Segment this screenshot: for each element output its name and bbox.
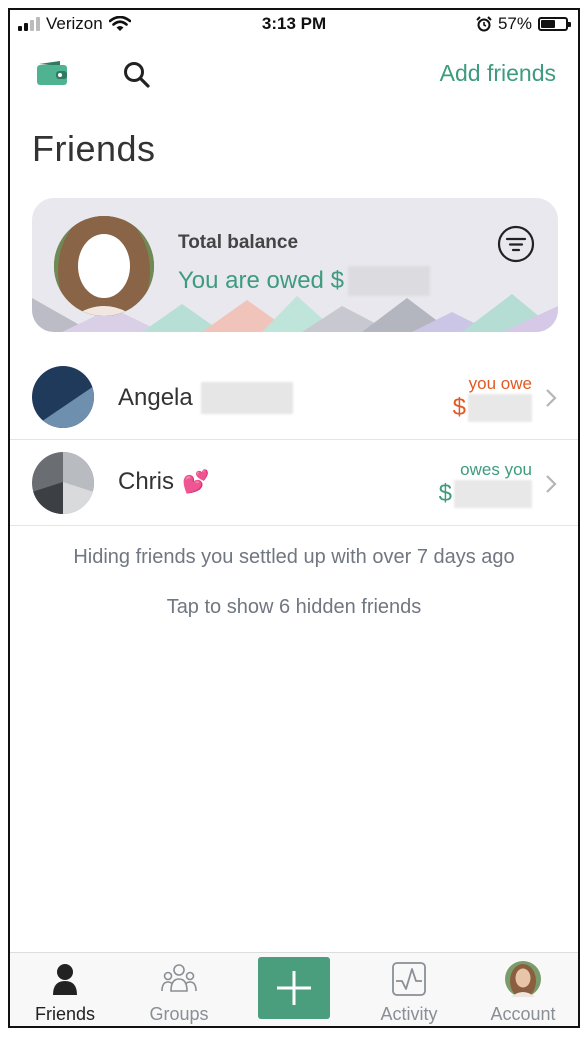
tab-friends[interactable]: Friends <box>10 953 120 1026</box>
friend-avatar <box>32 452 94 514</box>
avatar-photo <box>54 216 154 316</box>
plus-icon <box>277 971 311 1005</box>
balance-amount: $ <box>453 394 532 422</box>
avatar-icon <box>505 961 541 997</box>
friend-row-angela[interactable]: Angela you owe $ <box>10 354 578 440</box>
balance-status: owes you <box>460 460 532 479</box>
redacted-amount <box>454 480 532 508</box>
chevron-right-icon <box>546 389 557 407</box>
currency-symbol: $ <box>452 394 466 421</box>
page-title: Friends <box>32 128 156 169</box>
status-bar: Verizon 3:13 PM 57% <box>10 10 578 38</box>
show-hidden-friends-link[interactable]: Tap to show 6 hidden friends <box>10 596 578 619</box>
tab-label: Groups <box>149 1004 209 1024</box>
tab-label: Activity <box>380 1004 438 1024</box>
redacted-amount <box>468 394 532 422</box>
search-icon[interactable] <box>122 60 152 90</box>
friend-name: Angela <box>118 382 293 414</box>
redacted-surname <box>200 382 293 414</box>
balance-amount: $ <box>439 480 532 508</box>
owed-text: You are owed $ <box>178 267 344 294</box>
balance-card: Total balance You are owed $ <box>32 198 558 332</box>
chevron-right-icon <box>546 475 557 493</box>
battery-percent: 57% <box>497 14 532 33</box>
hearts-emoji: 💕 <box>182 469 210 494</box>
tab-groups[interactable]: Groups <box>124 953 234 1026</box>
filter-icon[interactable] <box>496 224 536 264</box>
activity-icon <box>392 962 426 996</box>
total-balance-label: Total balance <box>178 232 299 253</box>
hidden-friends-notice: Hiding friends you settled up with over … <box>73 546 515 568</box>
add-friends-button[interactable]: Add friends <box>440 60 556 87</box>
friend-name-text: Chris <box>118 468 175 495</box>
status-right: 57% <box>476 14 571 34</box>
tab-bar: Friends Groups Activity Account <box>10 952 578 1026</box>
wallet-icon[interactable] <box>36 60 68 86</box>
battery-icon <box>538 17 571 31</box>
tab-label: Friends <box>34 1004 96 1024</box>
friend-row-chris[interactable]: Chris 💕 owes you $ <box>10 440 578 526</box>
tab-activity[interactable]: Activity <box>354 953 464 1026</box>
friend-name-text: Angela <box>118 384 193 411</box>
currency-symbol: $ <box>438 480 452 507</box>
add-expense-button[interactable] <box>258 957 330 1019</box>
top-nav: Add friends <box>10 54 578 98</box>
balance-status: you owe <box>468 374 532 393</box>
person-icon <box>53 964 77 995</box>
user-avatar[interactable] <box>54 216 154 316</box>
friend-name: Chris 💕 <box>118 468 209 496</box>
tab-label: Account <box>490 1004 556 1024</box>
groups-icon <box>161 964 197 992</box>
alarm-icon <box>476 16 492 32</box>
tab-account[interactable]: Account <box>468 953 578 1026</box>
friend-avatar <box>32 366 94 428</box>
app-screen: Verizon 3:13 PM 57% Add friends Friends … <box>8 8 580 1028</box>
